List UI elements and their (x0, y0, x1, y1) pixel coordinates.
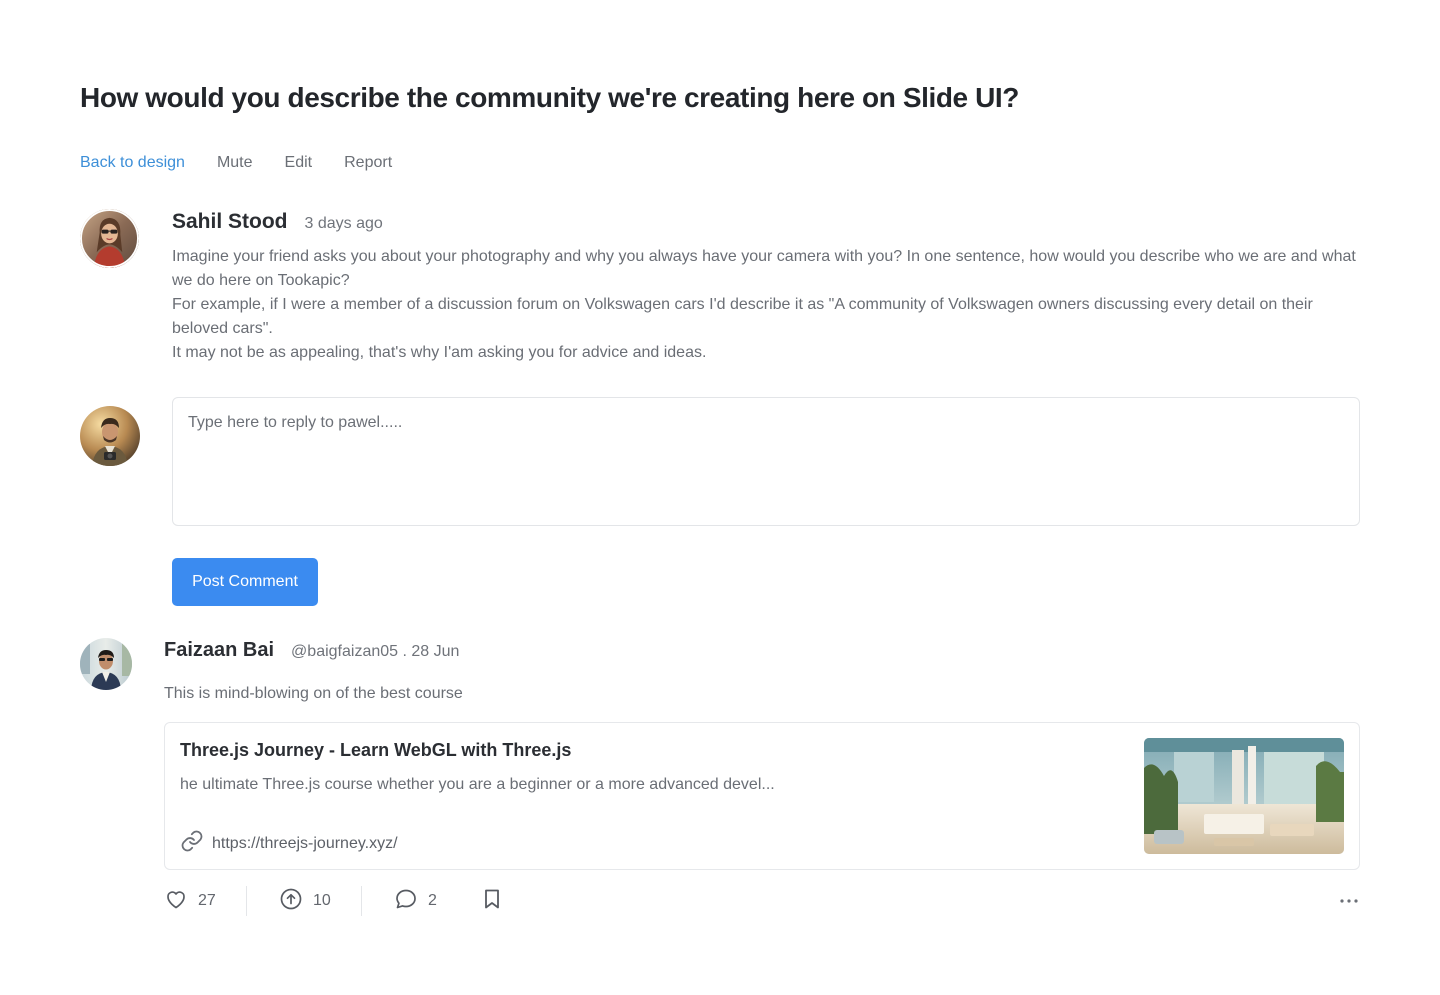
link-preview-description: he ultimate Three.js course whether you … (180, 776, 775, 793)
edit-link[interactable]: Edit (285, 151, 313, 175)
like-button[interactable]: 27 (164, 887, 246, 916)
bookmark-button[interactable] (480, 887, 504, 916)
heart-icon (164, 887, 188, 916)
back-to-design-link[interactable]: Back to design (80, 151, 185, 175)
mute-link[interactable]: Mute (217, 151, 253, 175)
link-preview-url-row: https://threejs-journey.xyz/ (180, 829, 398, 858)
link-preview-thumbnail (1144, 738, 1344, 854)
engagement-bar: 27 10 2 (164, 884, 1360, 918)
post-paragraph: For example, if I were a member of a dis… (172, 296, 1313, 337)
reply-input[interactable] (173, 398, 1359, 525)
link-icon (180, 829, 204, 858)
more-horizontal-icon (1338, 892, 1360, 910)
post-body: Imagine your friend asks you about your … (172, 245, 1362, 365)
post-author-avatar[interactable] (80, 209, 139, 268)
post-paragraph: Imagine your friend asks you about your … (172, 248, 1356, 289)
like-count: 27 (198, 892, 216, 909)
more-options-button[interactable] (1338, 892, 1360, 910)
chat-bubble-icon (394, 887, 418, 916)
post-timestamp: 3 days ago (304, 215, 383, 232)
upvote-count: 10 (313, 892, 331, 909)
comment-meta: @baigfaizan05 . 28 Jun (291, 643, 460, 660)
page-title: How would you describe the community we'… (80, 82, 1020, 113)
post-action-bar: Back to design Mute Edit Report (80, 151, 392, 175)
comment-header: Faizaan Bai @baigfaizan05 . 28 Jun (164, 639, 459, 662)
post-author-name[interactable]: Sahil Stood (172, 210, 288, 234)
reply-count: 2 (428, 892, 437, 909)
reply-button[interactable]: 2 (394, 887, 480, 916)
bookmark-icon (480, 887, 504, 916)
post-header: Sahil Stood 3 days ago (172, 210, 383, 234)
divider (246, 886, 247, 916)
arrow-up-circle-icon (279, 887, 303, 916)
upvote-button[interactable]: 10 (279, 887, 361, 916)
link-preview-url[interactable]: https://threejs-journey.xyz/ (212, 835, 398, 853)
post-comment-button[interactable]: Post Comment (172, 558, 318, 606)
post-paragraph: It may not be as appealing, that's why I… (172, 344, 707, 361)
divider (361, 886, 362, 916)
current-user-avatar (80, 406, 140, 466)
comment-author-name[interactable]: Faizaan Bai (164, 639, 274, 662)
comment-text: This is mind-blowing on of the best cour… (164, 685, 463, 702)
reply-box (172, 397, 1360, 526)
report-link[interactable]: Report (344, 151, 392, 175)
comment-author-avatar[interactable] (80, 638, 132, 690)
link-preview-title: Three.js Journey - Learn WebGL with Thre… (180, 740, 572, 760)
link-preview-card[interactable]: Three.js Journey - Learn WebGL with Thre… (164, 722, 1360, 870)
